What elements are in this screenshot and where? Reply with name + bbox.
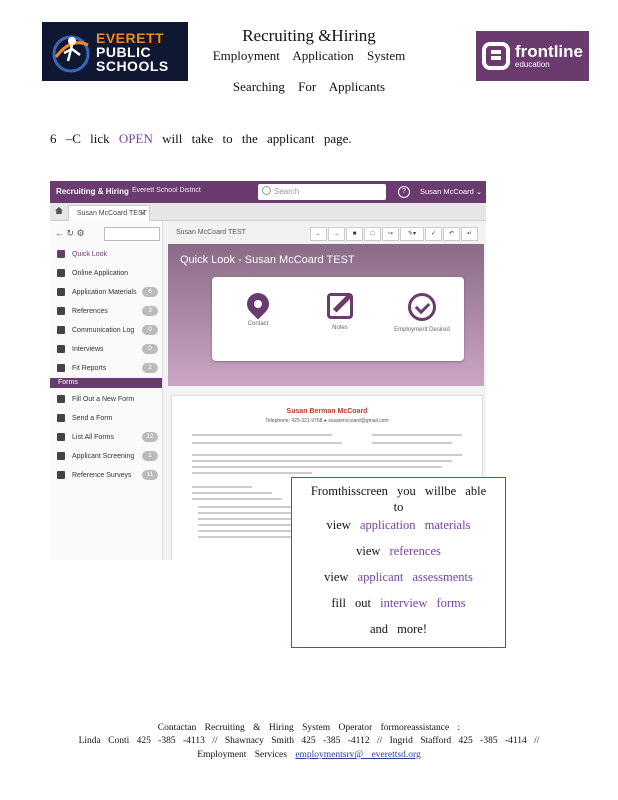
check-icon[interactable]: ✓ bbox=[425, 227, 442, 241]
sidebar-item-fit-reports[interactable]: Fit Reports 2 bbox=[50, 359, 162, 378]
sidebar-item-application-materials[interactable]: Application Materials 6 bbox=[50, 283, 162, 302]
sidebar-item-communication-log[interactable]: Communication Log 0 bbox=[50, 321, 162, 340]
reply-icon[interactable]: ↵ bbox=[461, 227, 478, 241]
sidebar-item-list-all-forms[interactable]: List All Forms 12 bbox=[50, 428, 162, 447]
quick-look-title: Quick Look - Susan McCoard TEST bbox=[180, 254, 355, 266]
toolbar: Susan McCoard TEST ← → ■ □ ↪ ✎▾ ✓ ↶ ↵ bbox=[168, 226, 484, 241]
tab-bar: Susan McCoard TEST × bbox=[50, 203, 486, 221]
people-icon bbox=[57, 345, 65, 353]
cloud-icon bbox=[57, 288, 65, 296]
count-badge: 6 bbox=[142, 287, 158, 297]
app-topbar: Recruiting & Hiring Everett School Distr… bbox=[50, 181, 486, 203]
sidebar-item-references[interactable]: References 3 bbox=[50, 302, 162, 321]
document-icon bbox=[57, 471, 65, 479]
edit-note-icon bbox=[327, 293, 353, 319]
save-icon[interactable]: □ bbox=[364, 227, 381, 241]
sidebar-item-applicant-screening[interactable]: Applicant Screening 1 bbox=[50, 447, 162, 466]
count-badge: 1 bbox=[142, 451, 158, 461]
sidebar-filter-input[interactable] bbox=[104, 227, 160, 241]
report-icon bbox=[57, 364, 65, 372]
section-title: Searching For Applicants bbox=[232, 79, 386, 94]
district-name: Everett School District bbox=[132, 187, 201, 194]
forward-icon[interactable]: ↪ bbox=[382, 227, 399, 241]
checkmark-circle-icon bbox=[408, 293, 436, 321]
footer-contacts: Linda Conti 425 -385 -4113 // Shawnacy S… bbox=[78, 736, 540, 746]
search-icon bbox=[262, 186, 271, 195]
resume-contact: Telephone: 425-321-9768 ● susanmccoard@g… bbox=[265, 418, 389, 424]
home-icon[interactable] bbox=[55, 207, 63, 214]
frontline-f-icon bbox=[482, 42, 510, 70]
document-icon bbox=[57, 433, 65, 441]
chat-icon bbox=[57, 326, 65, 334]
sidebar-item-quick-look[interactable]: Quick Look bbox=[50, 245, 162, 264]
share-icon bbox=[57, 395, 65, 403]
help-icon[interactable]: ? bbox=[398, 186, 410, 198]
quick-look-panel: Quick Look - Susan McCoard TEST Contact … bbox=[168, 244, 484, 386]
tab-applicant[interactable]: Susan McCoard TEST × bbox=[68, 205, 150, 221]
step-instruction: 6 –C lick OPEN will take to the applican… bbox=[50, 131, 352, 146]
notes-tile[interactable]: Notes bbox=[310, 293, 370, 331]
sidebar-item-send-form[interactable]: Send a Form bbox=[50, 409, 162, 428]
print-icon[interactable]: ■ bbox=[346, 227, 363, 241]
sidebar-item-reference-surveys[interactable]: Reference Surveys 11 bbox=[50, 466, 162, 485]
open-link-text: OPEN bbox=[118, 131, 153, 146]
sidebar-item-online-application[interactable]: Online Application bbox=[50, 264, 162, 283]
count-badge: 11 bbox=[142, 470, 158, 480]
frontline-logo: frontline education bbox=[476, 31, 589, 81]
quick-look-card: Contact Notes Employment Desired bbox=[212, 277, 464, 361]
search-input[interactable]: Search bbox=[258, 184, 386, 200]
app-brand: Recruiting & Hiring bbox=[56, 187, 129, 196]
plus-icon bbox=[57, 414, 65, 422]
email-link[interactable]: employmentsrv@ everettsd.org bbox=[295, 750, 420, 760]
resume-name: Susan Berman McCoard bbox=[286, 408, 368, 415]
sidebar-item-interviews[interactable]: Interviews 0 bbox=[50, 340, 162, 359]
sidebar: ← ↻ ⚙ Quick Look Online Application Appl… bbox=[50, 221, 163, 560]
reference-icon bbox=[57, 307, 65, 315]
sidebar-tools-icons[interactable]: ← ↻ ⚙ bbox=[55, 228, 85, 239]
prev-icon[interactable]: ← bbox=[310, 227, 327, 241]
count-badge: 12 bbox=[142, 432, 158, 442]
next-icon[interactable]: → bbox=[328, 227, 345, 241]
undo-icon[interactable]: ↶ bbox=[443, 227, 460, 241]
monitor-icon bbox=[57, 250, 65, 258]
document-icon bbox=[57, 452, 65, 460]
count-badge: 0 bbox=[142, 325, 158, 335]
employment-desired-tile[interactable]: Employment Desired bbox=[392, 293, 452, 333]
footer-email-line: Employment Services employmentsrv@ evere… bbox=[197, 750, 421, 760]
applicant-name: Susan McCoard TEST bbox=[176, 229, 246, 236]
count-badge: 2 bbox=[142, 363, 158, 373]
user-menu[interactable]: Susan McCoard ⌄ bbox=[420, 187, 482, 196]
sidebar-item-fill-out-form[interactable]: Fill Out a New Form bbox=[50, 390, 162, 409]
document-icon bbox=[57, 269, 65, 277]
count-badge: 3 bbox=[142, 306, 158, 316]
tools-dropdown-icon[interactable]: ✎▾ bbox=[400, 227, 424, 241]
close-icon[interactable]: × bbox=[140, 209, 145, 218]
footer-contact-line: Contactan Recruiting & Hiring System Ope… bbox=[157, 723, 461, 733]
features-callout: Fromthisscreen you willbe able to view a… bbox=[291, 477, 506, 648]
count-badge: 0 bbox=[142, 344, 158, 354]
contact-tile[interactable]: Contact bbox=[228, 288, 288, 327]
location-pin-icon bbox=[242, 288, 274, 320]
forms-section-header: Forms bbox=[50, 378, 162, 388]
